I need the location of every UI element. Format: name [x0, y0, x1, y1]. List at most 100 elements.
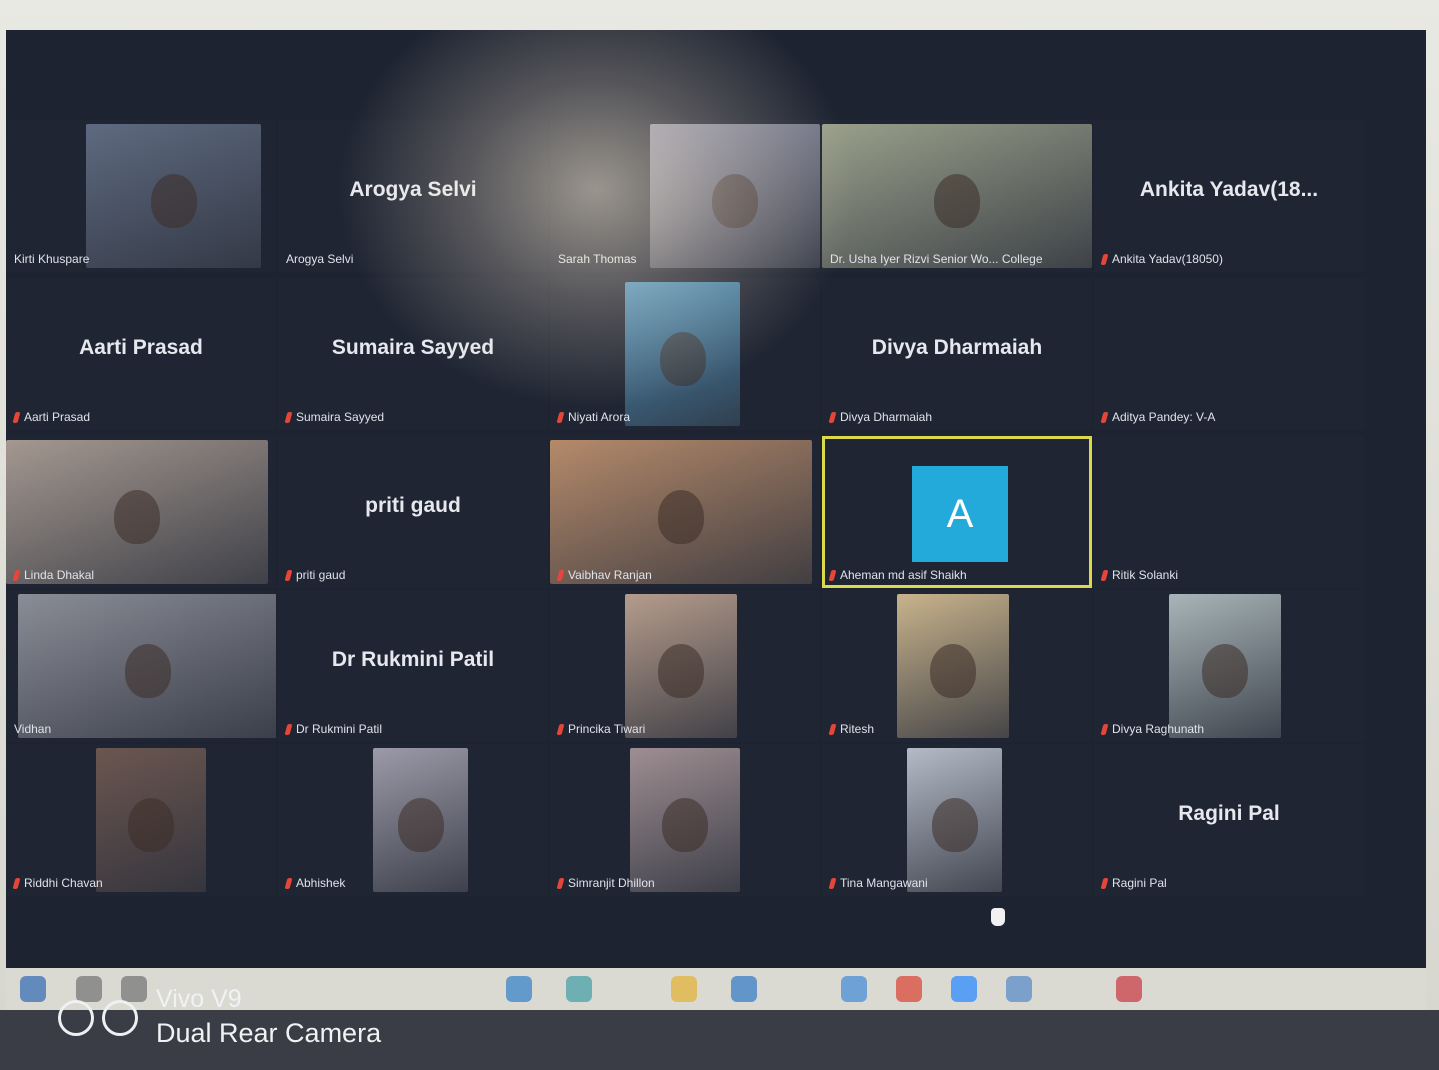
participant-video	[650, 124, 820, 268]
store-icon[interactable]	[566, 976, 592, 1002]
app-icon[interactable]	[1116, 976, 1142, 1002]
mic-muted-icon	[284, 411, 293, 423]
participant-display-name: Dr Rukmini Patil	[331, 648, 495, 671]
participant-tile[interactable]: Ankita Yadav(18... Ankita Yadav(18050)	[1094, 120, 1364, 272]
participant-tile[interactable]: Dr Rukmini Patil Dr Rukmini Patil	[278, 590, 548, 742]
participant-figure	[150, 174, 197, 229]
mic-muted-icon	[556, 411, 565, 423]
participant-name-label: Aarti Prasad	[12, 410, 91, 424]
participant-name: Abhishek	[296, 876, 346, 890]
participant-name-label: Sumaira Sayyed	[284, 410, 384, 424]
participant-tile[interactable]: Ritesh	[822, 590, 1092, 742]
participant-name: Dr Rukmini Patil	[296, 722, 383, 736]
participant-name-label: Niyati Arora	[556, 410, 631, 424]
participant-name: Kirti Khuspare	[14, 252, 90, 266]
participant-name: Ragini Pal	[1112, 876, 1167, 890]
participant-tile[interactable]: Linda Dhakal	[6, 436, 276, 588]
participant-tile[interactable]: Aditya Pandey: V-A	[1094, 278, 1364, 430]
participant-tile[interactable]: Simranjit Dhillon	[550, 744, 820, 896]
participant-tile[interactable]: Ritik Solanki	[1094, 436, 1364, 588]
mic-muted-icon	[284, 569, 293, 581]
participant-tile[interactable]: Kirti Khuspare	[6, 120, 276, 272]
participant-video	[625, 282, 740, 426]
participant-video	[96, 748, 206, 892]
mic-muted-icon	[1100, 253, 1109, 265]
participant-figure	[128, 798, 174, 853]
participant-name-label: Dr Rukmini Patil	[284, 722, 383, 736]
participant-tile[interactable]: Aarti Prasad Aarti Prasad	[6, 278, 276, 430]
participant-tile[interactable]: priti gaud priti gaud	[278, 436, 548, 588]
mic-muted-icon	[1100, 723, 1109, 735]
participant-tile[interactable]: A Aheman md asif Shaikh	[822, 436, 1092, 588]
participant-name-label: Dr. Usha Iyer Rizvi Senior Wo... College	[830, 252, 1043, 266]
mic-muted-icon	[828, 877, 837, 889]
participant-video	[18, 594, 276, 738]
participant-tile[interactable]: Divya Raghunath	[1094, 590, 1364, 742]
participant-tile[interactable]: Abhishek	[278, 744, 548, 896]
participant-tile[interactable]: Tina Mangawani	[822, 744, 1092, 896]
participant-name-label: Ankita Yadav(18050)	[1100, 252, 1223, 266]
participant-name-label: Kirti Khuspare	[14, 252, 89, 266]
participant-video	[630, 748, 740, 892]
settings-icon[interactable]	[1006, 976, 1032, 1002]
participant-tile[interactable]: Arogya Selvi Arogya Selvi	[278, 120, 548, 272]
participant-name-label: Princika Tiwari	[556, 722, 646, 736]
participant-name-label: Simranjit Dhillon	[556, 876, 655, 890]
participant-tile[interactable]: Niyati Arora	[550, 278, 820, 430]
participant-figure	[934, 174, 980, 229]
participant-name-label: Divya Dharmaiah	[828, 410, 932, 424]
mic-muted-icon	[828, 569, 837, 581]
mail-icon[interactable]	[731, 976, 757, 1002]
mic-muted-icon	[284, 723, 293, 735]
participant-tile[interactable]: Vaibhav Ranjan	[550, 436, 820, 588]
participant-name: Niyati Arora	[568, 410, 631, 424]
participant-video	[907, 748, 1002, 892]
participant-name: Simranjit Dhillon	[568, 876, 655, 890]
mic-muted-icon	[12, 569, 21, 581]
participant-tile[interactable]: Vidhan	[6, 590, 276, 742]
participant-name: Dr. Usha Iyer Rizvi Senior Wo... College	[830, 252, 1043, 266]
participant-name-label: Arogya Selvi	[286, 252, 353, 266]
participant-avatar: A	[912, 466, 1008, 562]
participant-name: Arogya Selvi	[286, 252, 354, 266]
participant-name: priti gaud	[296, 568, 346, 582]
participant-video	[822, 124, 1092, 268]
participant-name: Tina Mangawani	[840, 876, 928, 890]
participant-name-label: priti gaud	[284, 568, 346, 582]
participant-name: Vidhan	[14, 722, 52, 736]
participant-name-label: Sarah Thomas	[558, 252, 637, 266]
mic-muted-icon	[828, 411, 837, 423]
participant-video	[625, 594, 737, 738]
participant-name: Aarti Prasad	[24, 410, 91, 424]
participant-tile[interactable]: Sumaira Sayyed Sumaira Sayyed	[278, 278, 548, 430]
zoom-icon[interactable]	[951, 976, 977, 1002]
participant-tile[interactable]: Dr. Usha Iyer Rizvi Senior Wo... College	[822, 120, 1092, 272]
participant-name-label: Ragini Pal	[1100, 876, 1167, 890]
edge-icon[interactable]	[506, 976, 532, 1002]
participant-figure	[658, 644, 704, 699]
chrome-icon[interactable]	[896, 976, 922, 1002]
participant-tile[interactable]: Ragini Pal Ragini Pal	[1094, 744, 1364, 896]
participant-display-name: Sumaira Sayyed	[331, 336, 495, 359]
participant-name: Linda Dhakal	[24, 568, 95, 582]
start-icon[interactable]	[20, 976, 46, 1002]
participant-tile[interactable]: Riddhi Chavan	[6, 744, 276, 896]
participant-name: Princika Tiwari	[568, 722, 646, 736]
participant-tile[interactable]: Divya Dharmaiah Divya Dharmaiah	[822, 278, 1092, 430]
participant-figure	[658, 490, 704, 545]
participant-name: Ritesh	[840, 722, 875, 736]
explorer-icon[interactable]	[671, 976, 697, 1002]
mic-muted-icon	[828, 723, 837, 735]
participant-name-label: Divya Raghunath	[1100, 722, 1205, 736]
photos-icon[interactable]	[841, 976, 867, 1002]
participant-video	[86, 124, 261, 268]
mic-muted-icon	[1100, 569, 1109, 581]
participant-tile[interactable]: Princika Tiwari	[550, 590, 820, 742]
participant-figure	[397, 798, 444, 853]
participant-name-label: Linda Dhakal	[12, 568, 95, 582]
participant-name: Divya Raghunath	[1112, 722, 1205, 736]
participant-name-label: Ritik Solanki	[1100, 568, 1178, 582]
mic-muted-icon	[556, 569, 565, 581]
participant-tile[interactable]: Sarah Thomas	[550, 120, 820, 272]
participant-display-name: Aarti Prasad	[79, 336, 203, 359]
